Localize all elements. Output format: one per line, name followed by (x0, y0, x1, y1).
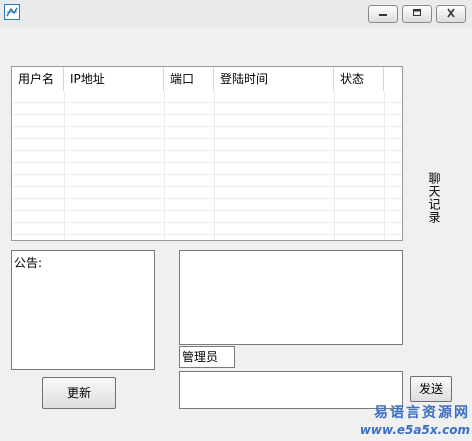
list-row (12, 151, 402, 163)
maximize-button[interactable] (402, 5, 432, 23)
minimize-button[interactable] (368, 5, 398, 23)
maximize-icon (413, 9, 421, 16)
watermark-title: 易语言资源网 (374, 405, 470, 421)
send-button[interactable]: 发送 (410, 376, 452, 402)
list-row (12, 115, 402, 127)
list-row (12, 211, 402, 223)
list-row (12, 163, 402, 175)
chat-history-label: 聊天记录 (427, 172, 441, 224)
close-icon (447, 8, 455, 18)
column-header-username[interactable]: 用户名 (12, 67, 64, 91)
chat-log-box[interactable] (179, 250, 403, 345)
watermark: 易语言资源网 www.e5a5x.com (330, 404, 470, 440)
list-row (12, 187, 402, 199)
refresh-button[interactable]: 更新 (42, 377, 116, 409)
column-header-port[interactable]: 端口 (164, 67, 214, 91)
list-row (12, 103, 402, 115)
column-header-login-time[interactable]: 登陆时间 (214, 67, 334, 91)
title-bar (0, 0, 472, 28)
minimize-icon (379, 14, 387, 16)
list-row (12, 175, 402, 187)
list-header: 用户名 IP地址 端口 登陆时间 状态 (12, 67, 402, 91)
list-row (12, 199, 402, 211)
list-row (12, 91, 402, 103)
list-row (12, 223, 402, 235)
column-header-ip[interactable]: IP地址 (64, 67, 164, 91)
announcement-box[interactable]: 公告: (11, 250, 155, 370)
watermark-url: www.e5a5x.com (359, 423, 470, 437)
user-list[interactable]: 用户名 IP地址 端口 登陆时间 状态 (11, 66, 403, 241)
app-window-icon[interactable] (4, 4, 20, 20)
sender-name-field[interactable]: 管理员 (179, 346, 235, 368)
close-button[interactable] (436, 5, 466, 23)
list-row (12, 139, 402, 151)
list-row (12, 127, 402, 139)
column-header-status[interactable]: 状态 (334, 67, 384, 91)
